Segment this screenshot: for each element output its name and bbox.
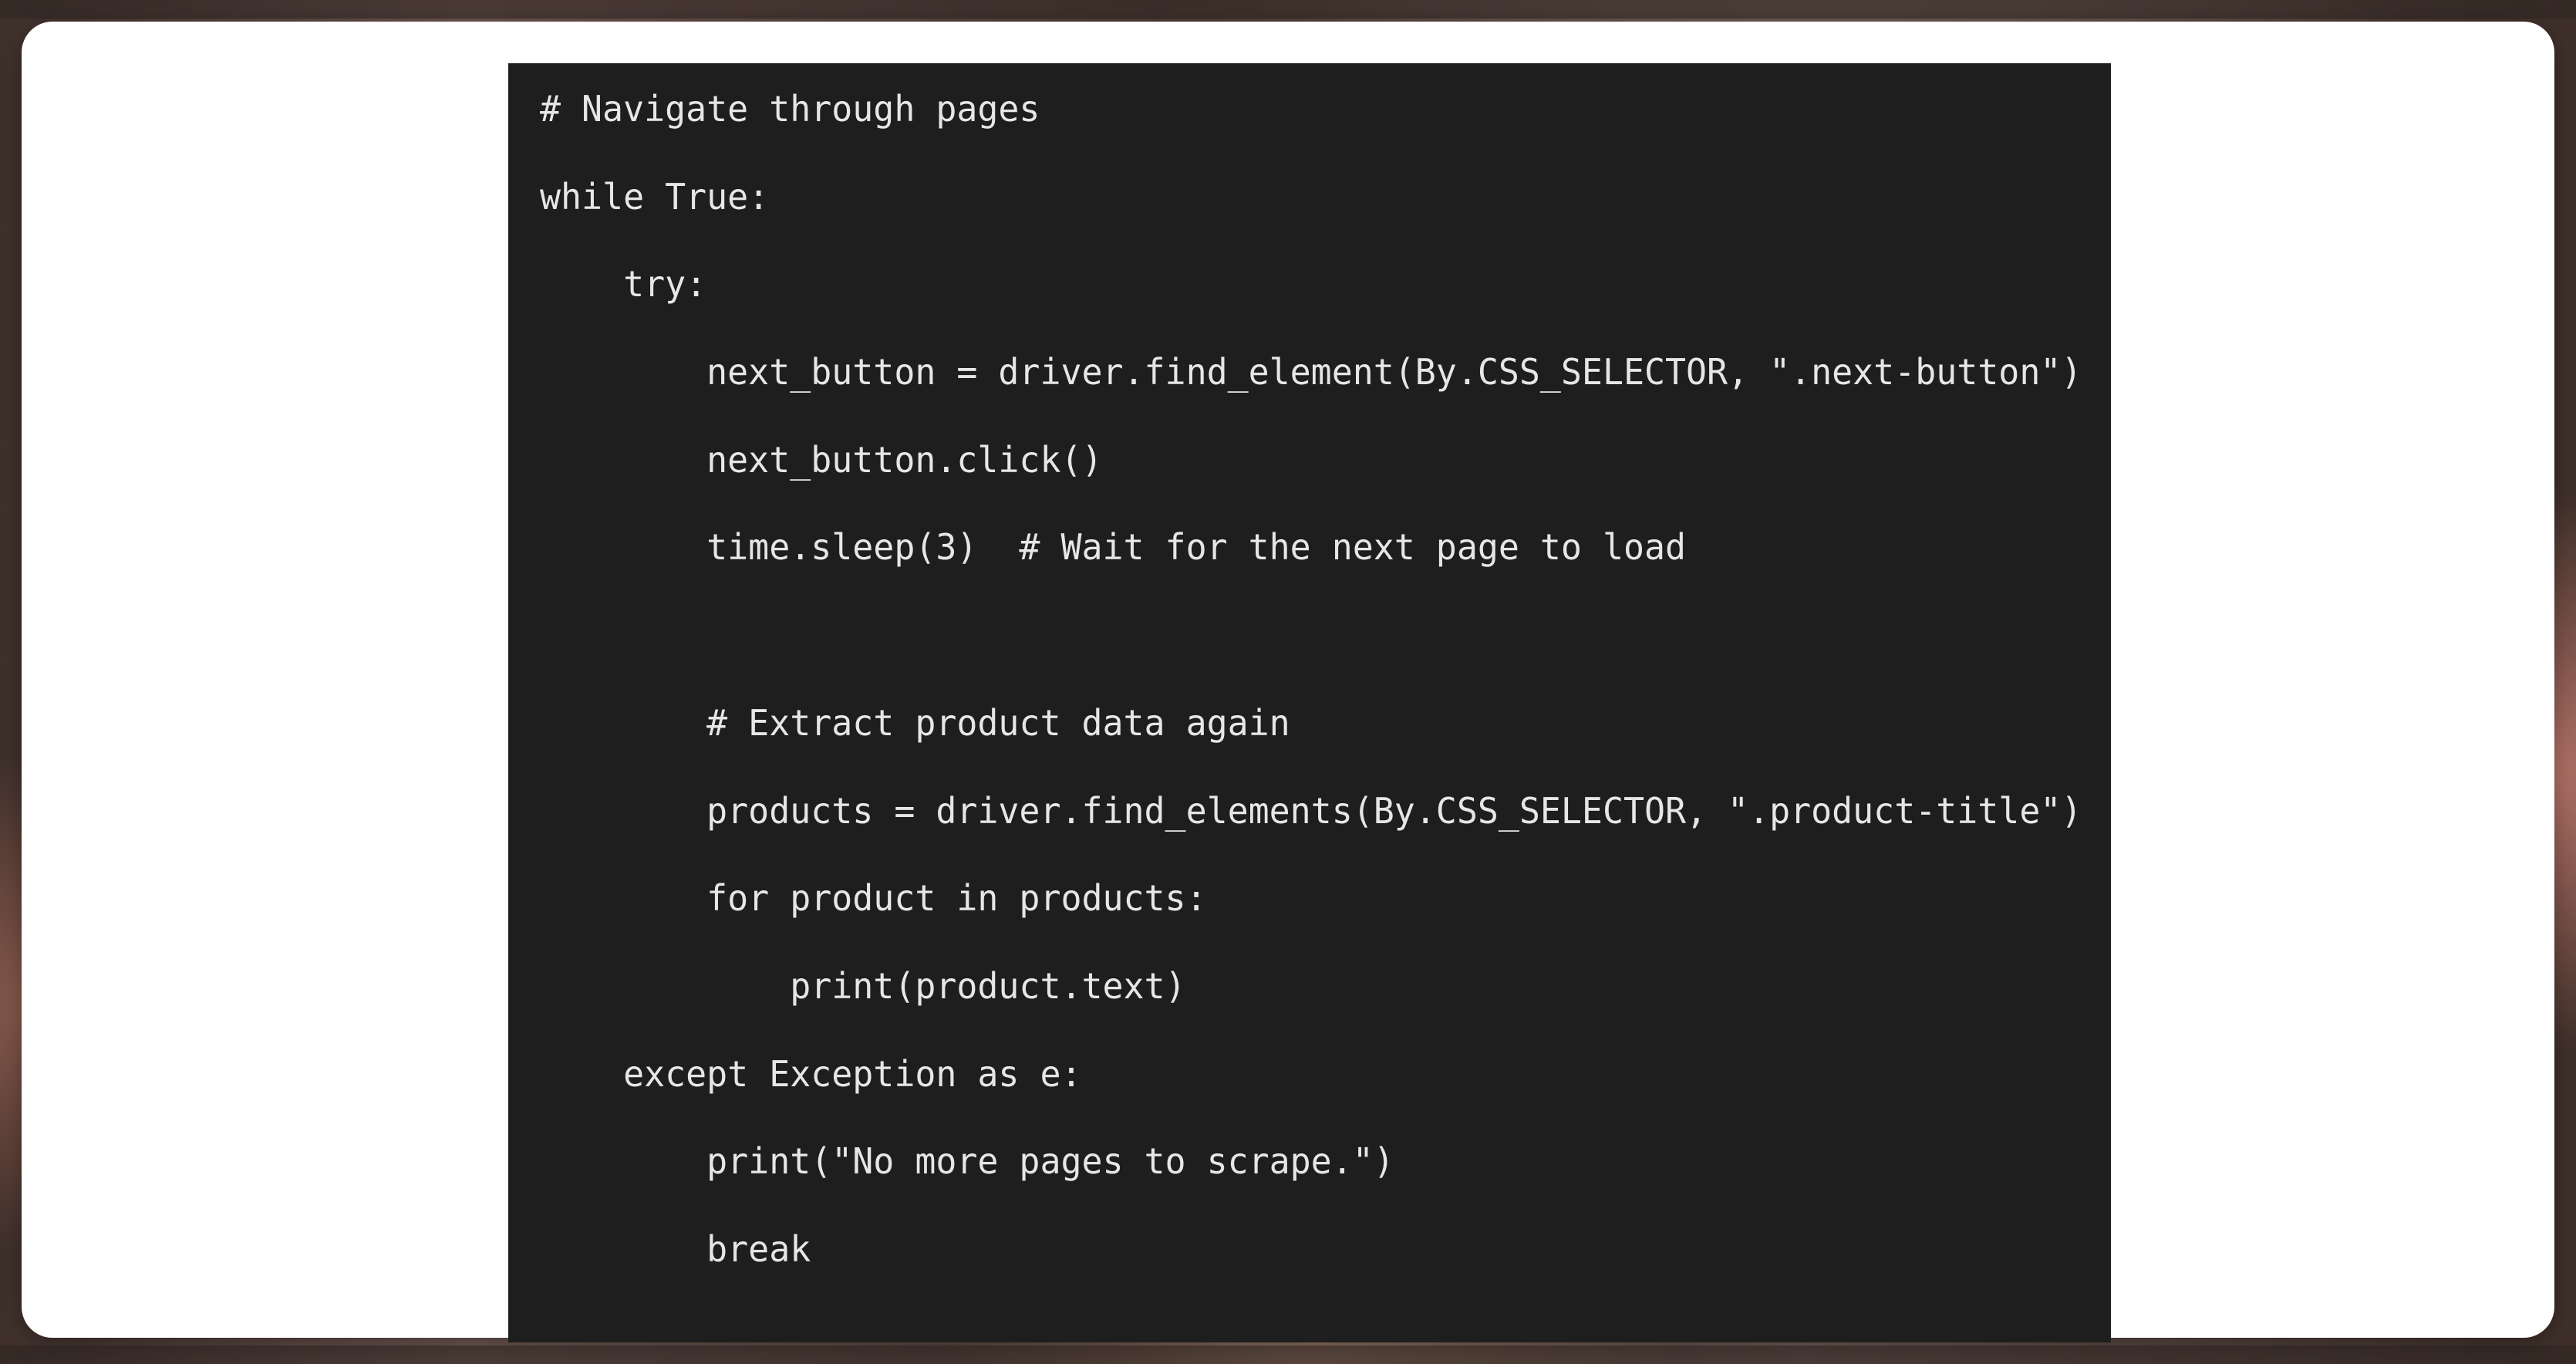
code-line: try:: [540, 263, 707, 306]
code-line: break: [540, 1227, 811, 1270]
content-card: # Navigate through pages while True: try…: [22, 22, 2554, 1342]
background-floor: [0, 1345, 2576, 1364]
code-line: # Navigate through pages: [540, 88, 1040, 130]
code-line: print("No more pages to scrape."): [540, 1140, 1394, 1183]
code-line: time.sleep(3) # Wait for the next page t…: [540, 526, 1687, 569]
code-line: while True:: [540, 175, 770, 218]
code-line: next_button = driver.find_element(By.CSS…: [540, 351, 2082, 393]
code-block: # Navigate through pages while True: try…: [508, 63, 2111, 1342]
background-shelf: [0, 0, 2576, 19]
code-line: # Extract product data again: [540, 701, 1290, 744]
code-line: next_button.click(): [540, 438, 1103, 481]
code-line: print(product.text): [540, 964, 1186, 1007]
code-line: for product in products:: [540, 877, 1207, 920]
code-line: except Exception as e:: [540, 1052, 1082, 1095]
code-line: products = driver.find_elements(By.CSS_S…: [540, 789, 2082, 832]
